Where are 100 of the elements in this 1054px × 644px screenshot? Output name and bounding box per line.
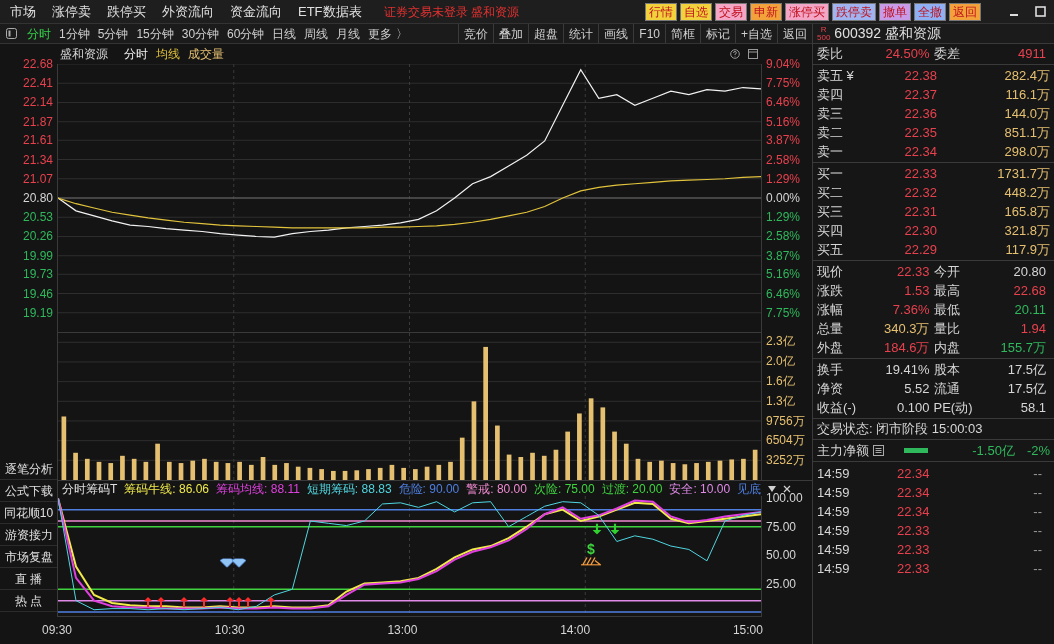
- volume-bar: [342, 470, 348, 480]
- toolbar-button[interactable]: 简框: [665, 24, 700, 43]
- percent-axis-label: 3.87%: [766, 249, 801, 262]
- list-icon[interactable]: [873, 445, 884, 456]
- period-tab[interactable]: 5分钟: [93, 24, 133, 43]
- order-price: 22.32: [903, 183, 937, 202]
- quote-label: 现价: [817, 262, 843, 281]
- volume-bar: [741, 458, 746, 480]
- price-axis-label: 22.68: [22, 58, 53, 70]
- menu-item[interactable]: 资金流向: [224, 1, 288, 22]
- toolbar-button[interactable]: 标记: [700, 24, 735, 43]
- time-axis-label: 13:00: [387, 622, 418, 639]
- toolbar-button[interactable]: 统计: [563, 24, 599, 43]
- menu-item[interactable]: 市场: [4, 1, 42, 22]
- menu-item[interactable]: ETF数据表: [292, 1, 368, 22]
- menu-item[interactable]: 外资流向: [156, 1, 220, 22]
- toolbar-button[interactable]: +自选: [735, 24, 777, 43]
- badge-number: 500: [817, 33, 831, 42]
- price-axis-label: 19.19: [22, 306, 53, 319]
- period-tab[interactable]: 30分钟: [177, 24, 224, 43]
- quote-value: 155.7万: [1000, 338, 1046, 357]
- side-tab[interactable]: 市场复盘: [0, 546, 57, 568]
- period-tab[interactable]: 周线: [300, 24, 333, 43]
- volume-bar: [541, 455, 547, 480]
- window-icon[interactable]: [748, 49, 758, 59]
- volume-axis-label: 2.0亿: [766, 355, 795, 368]
- quick-button[interactable]: 自选: [680, 2, 712, 21]
- close-icon[interactable]: [783, 484, 792, 493]
- menu-item[interactable]: 涨停卖: [46, 1, 97, 22]
- toolbar-button[interactable]: 超盘: [528, 24, 564, 43]
- order-label: 买二: [817, 183, 844, 202]
- order-label: 卖一: [817, 142, 844, 161]
- period-tab[interactable]: 分时: [23, 24, 55, 43]
- trade-status: 交易状态: 闭市阶段 15:00:03: [817, 420, 983, 439]
- indicator-title: 分时筹码T: [62, 481, 118, 496]
- quote-value: 20.80: [1013, 262, 1046, 281]
- dollar-sign: $: [586, 542, 595, 557]
- tick-volume: --: [1033, 483, 1043, 502]
- period-tab[interactable]: 月线: [332, 24, 365, 43]
- quote-label: 外盘: [817, 338, 843, 357]
- volume-bar: [225, 463, 231, 480]
- order-price: 22.29: [903, 240, 937, 259]
- side-tab[interactable]: 游资接力: [0, 524, 57, 546]
- panel-toggle-icon[interactable]: [6, 28, 17, 39]
- volume-bar: [612, 431, 617, 480]
- quote-label: 今开: [933, 262, 960, 281]
- quick-button[interactable]: 行情: [645, 2, 677, 21]
- down-arrow-icon: [610, 523, 620, 535]
- volume-bar: [459, 437, 465, 480]
- percent-axis-label: 3.87%: [766, 134, 801, 147]
- side-tab[interactable]: 直 播: [0, 568, 57, 590]
- toolbar-button[interactable]: 叠加: [493, 24, 529, 43]
- side-tab[interactable]: 热 点: [0, 590, 57, 612]
- indicator-axis-label: 50.00: [766, 549, 797, 562]
- price-axis-label: 19.99: [22, 249, 53, 262]
- period-tab[interactable]: 日线: [268, 24, 301, 43]
- volume-bar: [131, 458, 137, 480]
- maximize-icon[interactable]: [1035, 6, 1046, 17]
- tick-time: 14:59: [817, 483, 851, 502]
- volume-bar: [518, 457, 524, 480]
- side-tab[interactable]: 公式下载: [0, 480, 57, 502]
- period-tab[interactable]: 15分钟: [132, 24, 178, 43]
- volume-axis-label: 2.3亿: [766, 335, 795, 348]
- quote-value: 184.6万: [883, 338, 930, 357]
- quote-label: 最高: [933, 281, 960, 300]
- side-tab[interactable]: 同花顺10: [0, 502, 57, 524]
- tick-volume: --: [1033, 521, 1043, 540]
- price-axis-label: 22.41: [22, 77, 53, 90]
- main-flow-percent: -2%: [1026, 441, 1050, 460]
- volume-bar: [272, 464, 278, 480]
- caret-icon[interactable]: [768, 485, 777, 492]
- quote-label: 最低: [933, 300, 960, 319]
- tick-time: 14:59: [817, 559, 851, 578]
- volume-bar: [401, 467, 406, 480]
- order-label: 买三: [817, 202, 844, 221]
- volume-bar: [705, 461, 711, 480]
- side-tab[interactable]: 逐笔分析: [0, 458, 57, 480]
- price-axis-label: 22.14: [22, 96, 53, 109]
- price-axis-label: 20.53: [22, 211, 53, 224]
- stock-code: 600392: [834, 24, 882, 43]
- volume-bar: [377, 467, 383, 480]
- quote-value: 22.68: [1013, 281, 1046, 300]
- period-tab[interactable]: 60分钟: [223, 24, 269, 43]
- price-axis-label: 19.46: [22, 287, 53, 300]
- toolbar-button[interactable]: 竞价: [458, 24, 494, 43]
- quote-value: 7.36%: [892, 300, 930, 319]
- order-volume: 116.1万: [1004, 85, 1050, 104]
- percent-axis-label: 6.46%: [766, 287, 801, 300]
- tick-price: 22.34: [897, 464, 930, 483]
- volume-bar: [260, 457, 266, 480]
- help-icon[interactable]: [730, 49, 740, 59]
- period-tab[interactable]: 1分钟: [55, 24, 94, 43]
- toolbar-button[interactable]: F10: [633, 24, 665, 43]
- percent-axis-label: 9.04%: [766, 58, 801, 70]
- menu-item[interactable]: 跌停买: [101, 1, 152, 22]
- period-tab[interactable]: 更多 〉: [364, 24, 412, 43]
- volume-bar: [319, 469, 324, 480]
- toolbar-button[interactable]: 画线: [598, 24, 634, 43]
- chart-legend-item: 成交量: [188, 46, 224, 63]
- price-axis-label: 20.80: [22, 192, 53, 204]
